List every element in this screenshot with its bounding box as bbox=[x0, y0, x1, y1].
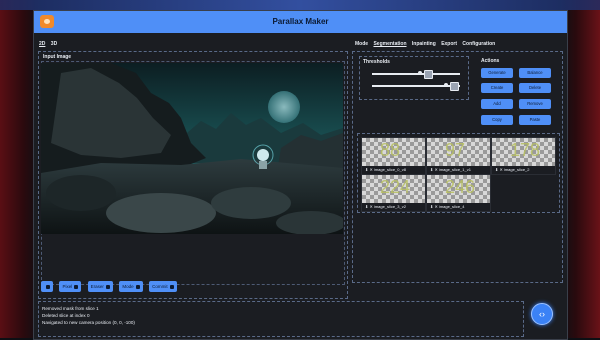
threshold-slider-2[interactable] bbox=[372, 82, 460, 91]
input-image-canvas[interactable] bbox=[41, 63, 343, 234]
slice-thumbnail-2[interactable]: 178 ⬇ ✕ image_slice_2 bbox=[491, 137, 556, 175]
tab-export[interactable]: Export bbox=[441, 41, 457, 47]
mode-button-label: Mode bbox=[122, 284, 134, 289]
pixel-button[interactable]: Pixel bbox=[59, 281, 82, 292]
slice-thumbnail-0[interactable]: 88 ⬇ ✕ image_slice_0_v8 bbox=[361, 137, 426, 175]
window-title: Parallax Maker bbox=[272, 17, 329, 26]
slice-depth-value: 88 bbox=[380, 140, 401, 160]
slice-caption[interactable]: ⬇ ✕ image_slice_1_v1 bbox=[427, 166, 490, 174]
input-image-label: Input Image bbox=[43, 54, 72, 60]
slice-depth-value: 178 bbox=[510, 140, 541, 160]
commit-icon bbox=[169, 284, 174, 289]
add-button[interactable]: Add bbox=[481, 99, 513, 109]
dimension-toggle: 2D 3D bbox=[39, 41, 61, 47]
thresholds-box: Thresholds bbox=[359, 56, 469, 100]
slice-gallery: 88 ⬇ ✕ image_slice_0_v8 97 ⬇ ✕ image_sli… bbox=[357, 133, 560, 213]
eraser-button-label: Eraser bbox=[90, 284, 104, 289]
desktop-bg-top bbox=[0, 0, 600, 10]
tab-mode[interactable]: Mode bbox=[355, 41, 368, 47]
balance-button[interactable]: Balance bbox=[519, 68, 551, 78]
app-window: Parallax Maker 2D 3D Input Image Pixel E… bbox=[33, 10, 568, 340]
tab-segmentation[interactable]: Segmentation bbox=[373, 41, 406, 47]
threshold-slider-2-knob[interactable] bbox=[450, 82, 459, 91]
actions-box: Actions Generate Balance Create Delete A… bbox=[479, 56, 557, 128]
log-line: Navigated to new camera position (0, 0, … bbox=[42, 320, 135, 325]
commit-button[interactable]: Commit bbox=[149, 281, 177, 292]
segmentation-panel: Thresholds Actions Generate Balance Crea… bbox=[352, 51, 563, 283]
threshold-slider-2-handle[interactable] bbox=[444, 83, 448, 87]
threshold-slider-1[interactable] bbox=[372, 70, 460, 79]
lunar-scene-image bbox=[41, 63, 343, 234]
thresholds-label: Thresholds bbox=[363, 59, 390, 65]
mode-3d-button[interactable]: 3D bbox=[51, 41, 57, 47]
slice-depth-value: 97 bbox=[445, 140, 466, 160]
mode-2d-button[interactable]: 2D bbox=[39, 41, 45, 47]
slice-caption[interactable]: ⬇ ✕ image_slice_3_v2 bbox=[362, 203, 425, 211]
slice-depth-value: 224 bbox=[380, 177, 411, 197]
delete-button[interactable]: Delete bbox=[519, 83, 551, 93]
input-image-panel: Input Image Pixel Eraser Mode Commit bbox=[38, 51, 348, 299]
pixel-icon bbox=[74, 284, 79, 289]
generate-button[interactable]: Generate bbox=[481, 68, 513, 78]
slice-caption[interactable]: ⬇ ✕ image_slice_0_v8 bbox=[362, 166, 425, 174]
slice-thumbnail-1[interactable]: 97 ⬇ ✕ image_slice_1_v1 bbox=[426, 137, 491, 175]
actions-label: Actions bbox=[481, 58, 500, 64]
threshold-slider-1-knob[interactable] bbox=[424, 70, 433, 79]
eraser-icon bbox=[105, 284, 110, 289]
image-toolbar: Pixel Eraser Mode Commit bbox=[41, 281, 179, 293]
slice-depth-value: 246 bbox=[445, 177, 476, 197]
title-bar[interactable]: Parallax Maker bbox=[34, 11, 567, 33]
copy-button[interactable]: Copy bbox=[481, 115, 513, 125]
create-button[interactable]: Create bbox=[481, 83, 513, 93]
main-tabs: Mode Segmentation Inpainting Export Conf… bbox=[355, 41, 499, 47]
status-log: Removed mask from slice 1 Deleted slice … bbox=[38, 301, 524, 337]
tab-inpainting[interactable]: Inpainting bbox=[412, 41, 436, 47]
slice-thumbnail-3[interactable]: 224 ⬇ ✕ image_slice_3_v2 bbox=[361, 174, 426, 212]
paste-button[interactable]: Paste bbox=[519, 115, 551, 125]
slice-caption[interactable]: ⬇ ✕ image_slice_4 bbox=[427, 203, 490, 211]
slice-caption[interactable]: ⬇ ✕ image_slice_2 bbox=[492, 166, 555, 174]
eraser-button[interactable]: Eraser bbox=[87, 281, 113, 292]
code-toggle-button[interactable]: ‹› bbox=[531, 303, 553, 325]
threshold-slider-1-handle[interactable] bbox=[418, 71, 422, 75]
log-line: Removed mask from slice 1 bbox=[42, 306, 99, 311]
crop-icon bbox=[46, 284, 50, 289]
mode-button[interactable]: Mode bbox=[119, 281, 143, 292]
commit-button-label: Commit bbox=[152, 284, 168, 289]
tab-configuration[interactable]: Configuration bbox=[462, 41, 495, 47]
remove-button[interactable]: Remove bbox=[519, 99, 551, 109]
slice-thumbnail-4[interactable]: 246 ⬇ ✕ image_slice_4 bbox=[426, 174, 491, 212]
pixel-button-label: Pixel bbox=[62, 284, 73, 289]
crop-button[interactable] bbox=[41, 281, 53, 292]
mode-icon bbox=[135, 284, 140, 289]
log-line: Deleted slice at index 0 bbox=[42, 313, 90, 318]
